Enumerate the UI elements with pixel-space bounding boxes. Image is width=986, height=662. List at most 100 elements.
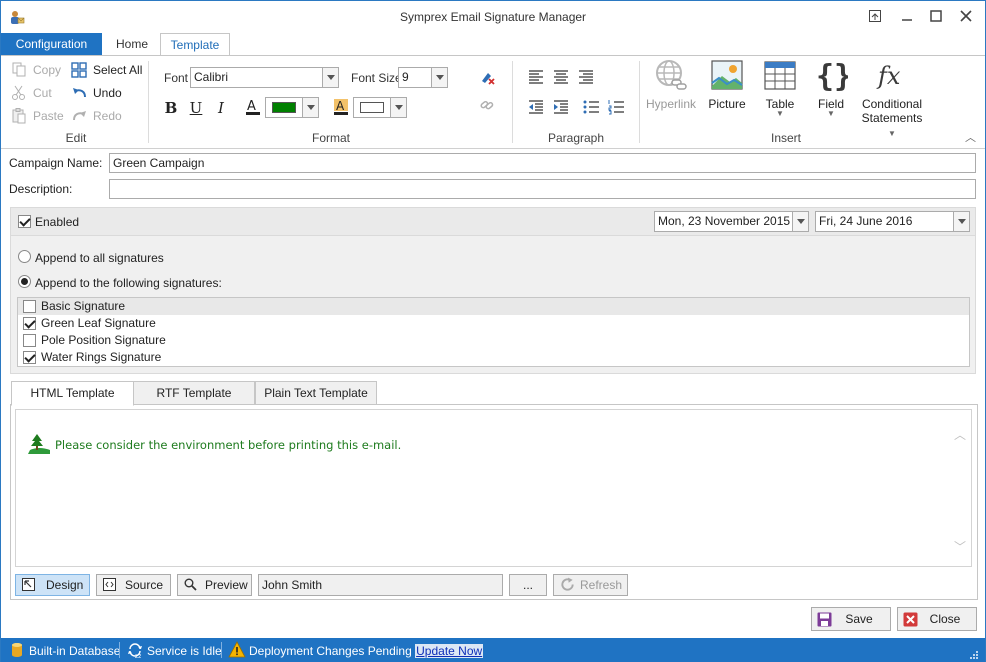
- campaign-options-panel: Enabled Mon, 23 November 2015 Fri, 24 Ju…: [10, 207, 976, 374]
- list-item[interactable]: Basic Signature: [18, 298, 969, 315]
- preview-user-field[interactable]: John Smith: [258, 574, 503, 596]
- refresh-button[interactable]: Refresh: [553, 574, 628, 596]
- signature-name: Water Rings Signature: [41, 350, 162, 364]
- paste-button[interactable]: Paste: [11, 107, 64, 125]
- design-button[interactable]: Design: [15, 574, 90, 596]
- chevron-down-icon[interactable]: ▼: [759, 110, 801, 118]
- restore-icon[interactable]: [864, 6, 886, 26]
- hyperlink-button[interactable]: Hyperlink: [645, 58, 697, 111]
- redo-icon: [73, 111, 86, 121]
- resize-grip-icon[interactable]: [969, 650, 979, 660]
- tab-template[interactable]: Template: [160, 33, 230, 56]
- description-input[interactable]: [109, 179, 976, 199]
- scroll-down-icon[interactable]: ﹀: [954, 538, 966, 554]
- end-date-value: Fri, 24 June 2016: [819, 214, 913, 228]
- scroll-up-icon[interactable]: ︿: [954, 426, 966, 442]
- highlight-color-picker[interactable]: [353, 97, 407, 118]
- signature-checkbox[interactable]: [23, 351, 36, 364]
- svg-text:{}: {}: [816, 59, 848, 94]
- deployment-status: Deployment Changes Pending Update Now: [249, 643, 484, 659]
- signature-name: Pole Position Signature: [41, 333, 166, 347]
- underline-button[interactable]: U: [186, 98, 206, 118]
- list-item[interactable]: Green Leaf Signature: [18, 315, 969, 332]
- font-select[interactable]: Calibri: [190, 67, 339, 88]
- status-divider: [119, 642, 120, 658]
- close-button[interactable]: Close: [897, 607, 977, 631]
- tab-html-template[interactable]: HTML Template: [11, 381, 134, 406]
- font-color-icon[interactable]: A: [243, 97, 263, 117]
- chevron-down-icon[interactable]: [953, 212, 969, 231]
- highlight-icon[interactable]: A: [331, 97, 351, 117]
- html-editor[interactable]: Please consider the environment before p…: [15, 409, 972, 567]
- status-divider: [221, 642, 222, 658]
- campaign-name-input[interactable]: Green Campaign: [109, 153, 976, 173]
- align-right-icon[interactable]: [577, 69, 595, 85]
- conditional-label-line1: Conditional: [861, 97, 923, 111]
- conditional-label-line2: Statements ▼: [861, 111, 923, 138]
- append-all-radio[interactable]: [18, 250, 31, 263]
- table-button[interactable]: Table ▼: [759, 58, 801, 118]
- signature-checkbox[interactable]: [23, 334, 36, 347]
- tab-rtf-template[interactable]: RTF Template: [133, 381, 255, 405]
- tab-home[interactable]: Home: [104, 33, 160, 55]
- close-window-icon[interactable]: [955, 6, 977, 26]
- deployment-status-text: Deployment Changes Pending: [249, 644, 412, 658]
- enabled-checkbox[interactable]: [18, 215, 31, 228]
- picture-button[interactable]: Picture: [704, 58, 750, 111]
- minimize-icon[interactable]: [896, 6, 918, 26]
- clear-format-button[interactable]: [479, 68, 497, 86]
- hyperlink-label: Hyperlink: [645, 97, 696, 111]
- chevron-down-icon[interactable]: [431, 68, 447, 87]
- enabled-label: Enabled: [35, 215, 80, 229]
- chevron-down-icon[interactable]: [792, 212, 808, 231]
- paste-icon: [12, 108, 26, 124]
- chevron-down-icon[interactable]: ▼: [811, 110, 851, 118]
- start-date-value: Mon, 23 November 2015: [658, 214, 791, 228]
- campaign-name-label: Campaign Name:: [9, 156, 103, 170]
- chevron-down-icon[interactable]: [302, 98, 318, 117]
- numbered-list-icon[interactable]: [607, 99, 625, 115]
- chevron-down-icon[interactable]: [390, 98, 406, 117]
- redo-button[interactable]: Redo: [71, 107, 122, 125]
- source-icon: [103, 578, 116, 591]
- tab-plain-text-template[interactable]: Plain Text Template: [255, 381, 377, 405]
- align-center-icon[interactable]: [552, 69, 570, 85]
- braces-icon: {}: [814, 58, 852, 94]
- align-left-icon[interactable]: [527, 69, 545, 85]
- conditional-statements-button[interactable]: fx Conditional Statements ▼: [857, 58, 927, 139]
- chevron-down-icon[interactable]: [322, 68, 338, 87]
- scissors-icon: [12, 85, 25, 100]
- bullet-list-icon[interactable]: [582, 99, 600, 115]
- field-button[interactable]: {} Field ▼: [811, 58, 852, 118]
- signature-checkbox[interactable]: [23, 300, 36, 313]
- select-all-button[interactable]: Select All: [71, 61, 142, 79]
- paste-label: Paste: [33, 109, 64, 123]
- undo-button[interactable]: Undo: [71, 84, 122, 102]
- update-now-link[interactable]: Update Now: [415, 644, 484, 658]
- start-date-picker[interactable]: Mon, 23 November 2015: [654, 211, 809, 232]
- signature-checkbox[interactable]: [23, 317, 36, 330]
- font-color-swatch: [272, 102, 296, 113]
- font-size-select[interactable]: 9: [398, 67, 448, 88]
- collapse-ribbon-icon[interactable]: ︿: [965, 129, 976, 145]
- tab-configuration[interactable]: Configuration: [1, 33, 102, 55]
- ribbon-tabs: Configuration Home Template: [1, 32, 985, 56]
- source-button[interactable]: Source: [96, 574, 171, 596]
- indent-icon[interactable]: [552, 99, 570, 115]
- end-date-picker[interactable]: Fri, 24 June 2016: [815, 211, 970, 232]
- service-status: Service is Idle: [147, 644, 222, 658]
- maximize-icon[interactable]: [925, 6, 947, 26]
- save-button[interactable]: Save: [811, 607, 891, 631]
- bold-button[interactable]: B: [161, 98, 181, 118]
- copy-button[interactable]: Copy: [11, 61, 61, 79]
- italic-button[interactable]: I: [211, 98, 231, 118]
- preview-button[interactable]: Preview: [177, 574, 252, 596]
- font-color-picker[interactable]: [265, 97, 319, 118]
- list-item[interactable]: Pole Position Signature: [18, 332, 969, 349]
- outdent-icon[interactable]: [527, 99, 545, 115]
- browse-user-button[interactable]: ...: [509, 574, 547, 596]
- list-item[interactable]: Water Rings Signature: [18, 349, 969, 366]
- append-following-radio[interactable]: [18, 275, 31, 288]
- remove-link-button[interactable]: [479, 96, 497, 114]
- cut-button[interactable]: Cut: [11, 84, 52, 102]
